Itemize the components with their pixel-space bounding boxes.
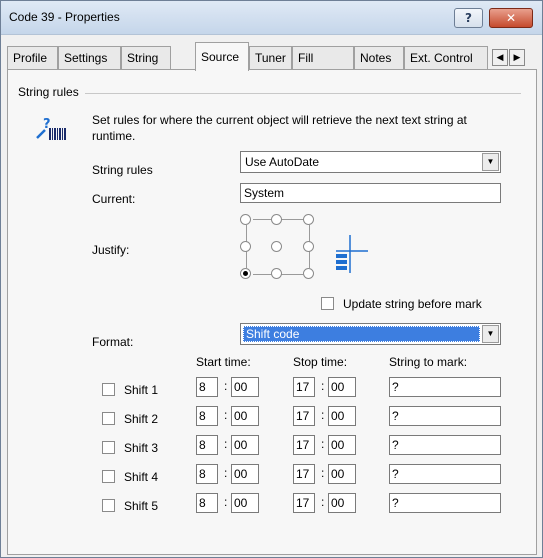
update-string-checkbox[interactable] [321,297,334,310]
time-separator: : [224,437,228,451]
shift-1-mark[interactable]: ? [389,377,501,397]
title-bar[interactable]: Code 39 - Properties ? ✕ [1,1,542,35]
format-selection: Shift code [243,326,480,342]
shift-2-mark[interactable]: ? [389,406,501,426]
shift-2-start-minute[interactable]: 00 [231,406,259,426]
time-separator: : [224,466,228,480]
shift-3-start-hour[interactable]: 8 [196,435,218,455]
tab-ext-control[interactable]: Ext. Control [404,46,488,69]
shift-1-start-hour[interactable]: 8 [196,377,218,397]
tab-string[interactable]: String [121,46,171,69]
shift-4-stop-minute[interactable]: 00 [328,464,356,484]
shift-3-stop-minute[interactable]: 00 [328,435,356,455]
group-label: String rules [18,85,79,99]
close-icon: ✕ [505,11,517,25]
stop-time-header: Stop time: [293,355,348,369]
shift-5-stop-hour[interactable]: 17 [293,493,315,513]
shift-1-stop-minute[interactable]: 00 [328,377,356,397]
format-label: Format: [92,335,134,349]
justify-bottom-center[interactable] [271,268,282,279]
justify-preview-icon [336,235,368,273]
time-separator: : [321,379,325,393]
shift-4-checkbox[interactable] [102,470,115,483]
shift-5-start-minute[interactable]: 00 [231,493,259,513]
format-value: Shift code [246,327,300,341]
chevron-down-icon[interactable]: ▼ [482,153,499,171]
tab-scroll-right-icon[interactable]: ▶ [509,49,525,66]
string-rules-select[interactable]: Use AutoDate ▼ [240,151,501,173]
time-separator: : [224,379,228,393]
current-field[interactable]: System [240,183,501,203]
justify-bottom-left[interactable] [240,268,251,279]
shift-3-checkbox[interactable] [102,441,115,454]
tab-settings[interactable]: Settings [58,46,121,69]
shift-1-stop-hour[interactable]: 17 [293,377,315,397]
time-separator: : [224,408,228,422]
string-rules-label: String rules [92,163,153,177]
shift-4-start-hour[interactable]: 8 [196,464,218,484]
justify-bottom-right[interactable] [303,268,314,279]
tab-scroll-left-icon[interactable]: ◀ [492,49,508,66]
justify-middle-right[interactable] [303,241,314,252]
shift-1-label: Shift 1 [124,383,159,397]
time-separator: : [321,408,325,422]
shift-1-checkbox[interactable] [102,383,115,396]
group-divider [85,93,521,94]
time-separator: : [321,466,325,480]
help-button[interactable]: ? [454,8,483,28]
shift-5-label: Shift 5 [124,499,159,513]
shift-5-start-hour[interactable]: 8 [196,493,218,513]
justify-middle-center[interactable] [271,241,282,252]
shift-2-start-hour[interactable]: 8 [196,406,218,426]
shift-2-label: Shift 2 [124,412,159,426]
string-to-mark-header: String to mark: [389,355,468,369]
tab-fill[interactable]: Fill [292,46,354,69]
shift-5-checkbox[interactable] [102,499,115,512]
tab-profile[interactable]: Profile [7,46,58,69]
shift-3-mark[interactable]: ? [389,435,501,455]
shift-2-checkbox[interactable] [102,412,115,425]
tab-source[interactable]: Source [195,42,249,71]
barcode-query-icon: ? [36,117,66,140]
update-string-label: Update string before mark [343,297,482,311]
justify-label: Justify: [92,243,130,257]
tab-notes[interactable]: Notes [354,46,404,69]
source-panel: String rules ? Set rules for where the c… [7,69,537,555]
current-label: Current: [92,192,136,206]
start-time-header: Start time: [196,355,251,369]
string-rules-value: Use AutoDate [245,155,320,169]
close-button[interactable]: ✕ [489,8,533,28]
time-separator: : [224,495,228,509]
shift-5-stop-minute[interactable]: 00 [328,493,356,513]
time-separator: : [321,437,325,451]
justify-top-center[interactable] [271,214,282,225]
shift-5-mark[interactable]: ? [389,493,501,513]
shift-3-label: Shift 3 [124,441,159,455]
properties-window: Code 39 - Properties ? ✕ Profile Setting… [0,0,543,558]
justify-middle-left[interactable] [240,241,251,252]
format-select[interactable]: Shift code ▼ [240,323,501,345]
shift-2-stop-hour[interactable]: 17 [293,406,315,426]
shift-2-stop-minute[interactable]: 00 [328,406,356,426]
shift-4-mark[interactable]: ? [389,464,501,484]
window-title: Code 39 - Properties [9,10,120,24]
shift-4-label: Shift 4 [124,470,159,484]
shift-3-stop-hour[interactable]: 17 [293,435,315,455]
shift-3-start-minute[interactable]: 00 [231,435,259,455]
tab-strip: Profile Settings String Source Tuner Fil… [7,42,537,71]
justify-top-right[interactable] [303,214,314,225]
justify-top-left[interactable] [240,214,251,225]
time-separator: : [321,495,325,509]
shift-4-start-minute[interactable]: 00 [231,464,259,484]
shift-1-start-minute[interactable]: 00 [231,377,259,397]
tab-tuner[interactable]: Tuner [249,46,292,69]
help-icon: ? [465,11,472,25]
chevron-down-icon[interactable]: ▼ [482,325,499,343]
info-text: Set rules for where the current object w… [92,113,467,143]
shift-4-stop-hour[interactable]: 17 [293,464,315,484]
